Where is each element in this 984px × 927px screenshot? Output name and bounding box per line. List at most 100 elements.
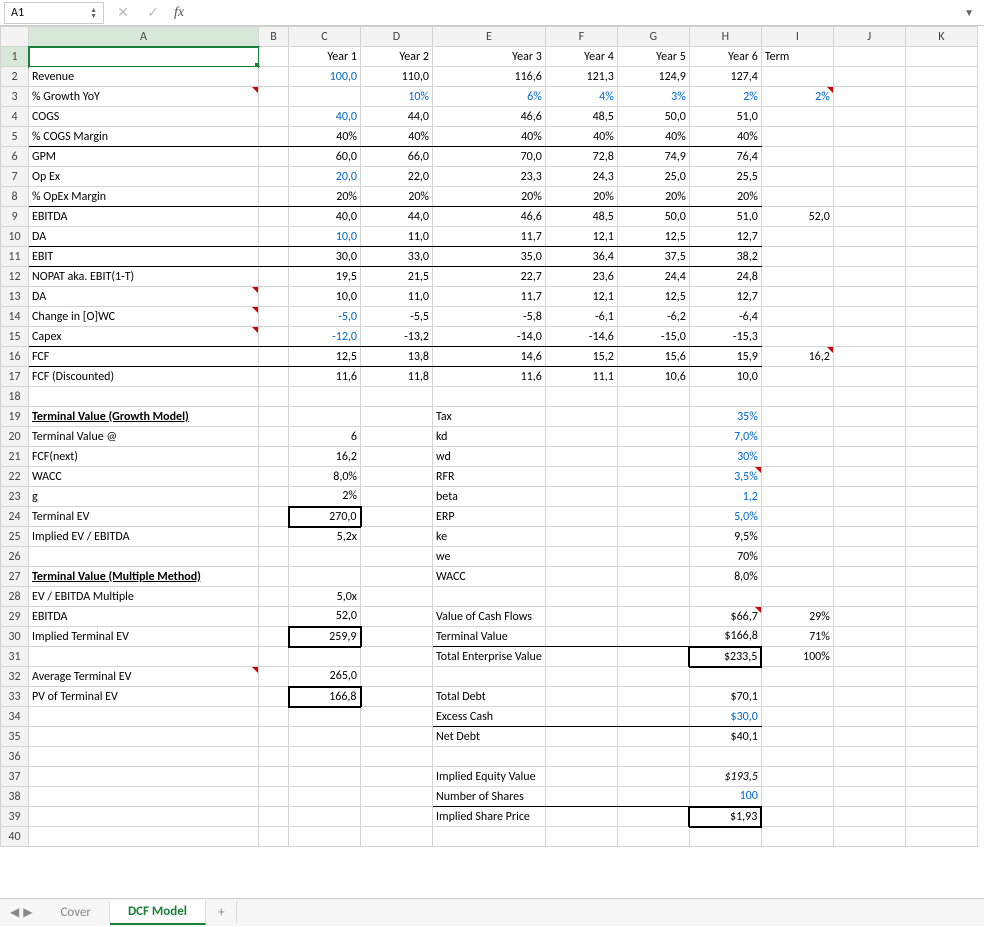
cell-I14[interactable] bbox=[761, 307, 833, 327]
cell-F23[interactable] bbox=[545, 487, 617, 507]
cell-B30[interactable] bbox=[259, 627, 289, 647]
cell-A40[interactable] bbox=[29, 827, 259, 847]
cell-E20[interactable]: kd bbox=[433, 427, 546, 447]
row-header-35[interactable]: 35 bbox=[1, 727, 29, 747]
cell-A26[interactable] bbox=[29, 547, 259, 567]
cell-J5[interactable] bbox=[833, 127, 905, 147]
cell-D9[interactable]: 44,0 bbox=[361, 207, 433, 227]
cell-C24[interactable]: 270,0 bbox=[289, 507, 361, 527]
cell-B21[interactable] bbox=[259, 447, 289, 467]
cell-H37[interactable]: $193,5 bbox=[689, 767, 761, 787]
cell-B24[interactable] bbox=[259, 507, 289, 527]
cell-H5[interactable]: 40% bbox=[689, 127, 761, 147]
cell-G6[interactable]: 74,9 bbox=[617, 147, 689, 167]
cell-A12[interactable]: NOPAT aka. EBIT(1-T) bbox=[29, 267, 259, 287]
cell-C37[interactable] bbox=[289, 767, 361, 787]
cell-K15[interactable] bbox=[905, 327, 977, 347]
col-header-G[interactable]: G bbox=[617, 27, 689, 47]
cell-D7[interactable]: 22,0 bbox=[361, 167, 433, 187]
cell-K38[interactable] bbox=[905, 787, 977, 807]
cell-G16[interactable]: 15,6 bbox=[617, 347, 689, 367]
cell-H3[interactable]: 2% bbox=[689, 87, 761, 107]
cell-I9[interactable]: 52,0 bbox=[761, 207, 833, 227]
cell-D38[interactable] bbox=[361, 787, 433, 807]
cell-E26[interactable]: we bbox=[433, 547, 546, 567]
col-header-F[interactable]: F bbox=[545, 27, 617, 47]
cell-K31[interactable] bbox=[905, 647, 977, 667]
row-header-23[interactable]: 23 bbox=[1, 487, 29, 507]
row-header-38[interactable]: 38 bbox=[1, 787, 29, 807]
cell-D11[interactable]: 33,0 bbox=[361, 247, 433, 267]
cell-J9[interactable] bbox=[833, 207, 905, 227]
cell-A19[interactable]: Terminal Value (Growth Model) bbox=[29, 407, 259, 427]
cell-F15[interactable]: -14,6 bbox=[545, 327, 617, 347]
cell-F1[interactable]: Year 4 bbox=[545, 47, 617, 67]
cell-E25[interactable]: ke bbox=[433, 527, 546, 547]
cell-B22[interactable] bbox=[259, 467, 289, 487]
cell-E36[interactable] bbox=[433, 747, 546, 767]
cell-I38[interactable] bbox=[761, 787, 833, 807]
cell-H16[interactable]: 15,9 bbox=[689, 347, 761, 367]
cell-G37[interactable] bbox=[617, 767, 689, 787]
cell-H15[interactable]: -15,3 bbox=[689, 327, 761, 347]
cell-J1[interactable] bbox=[833, 47, 905, 67]
cell-K11[interactable] bbox=[905, 247, 977, 267]
cell-K18[interactable] bbox=[905, 387, 977, 407]
cell-I29[interactable]: 29% bbox=[761, 607, 833, 627]
cell-I1[interactable]: Term bbox=[761, 47, 833, 67]
cell-J27[interactable] bbox=[833, 567, 905, 587]
row-header-36[interactable]: 36 bbox=[1, 747, 29, 767]
cell-A31[interactable] bbox=[29, 647, 259, 667]
cell-F13[interactable]: 12,1 bbox=[545, 287, 617, 307]
col-header-I[interactable]: I bbox=[761, 27, 833, 47]
cell-C26[interactable] bbox=[289, 547, 361, 567]
cell-H25[interactable]: 9,5% bbox=[689, 527, 761, 547]
cell-I2[interactable] bbox=[761, 67, 833, 87]
cell-B11[interactable] bbox=[259, 247, 289, 267]
cell-B35[interactable] bbox=[259, 727, 289, 747]
row-header-31[interactable]: 31 bbox=[1, 647, 29, 667]
cell-I16[interactable]: 16,2 bbox=[761, 347, 833, 367]
cell-G26[interactable] bbox=[617, 547, 689, 567]
cell-J33[interactable] bbox=[833, 687, 905, 707]
row-header-39[interactable]: 39 bbox=[1, 807, 29, 827]
cell-D10[interactable]: 11,0 bbox=[361, 227, 433, 247]
cell-D28[interactable] bbox=[361, 587, 433, 607]
cell-H39[interactable]: $1,93 bbox=[689, 807, 761, 827]
cell-H6[interactable]: 76,4 bbox=[689, 147, 761, 167]
row-header-8[interactable]: 8 bbox=[1, 187, 29, 207]
cell-G12[interactable]: 24,4 bbox=[617, 267, 689, 287]
cell-F6[interactable]: 72,8 bbox=[545, 147, 617, 167]
cell-J38[interactable] bbox=[833, 787, 905, 807]
cell-I12[interactable] bbox=[761, 267, 833, 287]
cell-A18[interactable] bbox=[29, 387, 259, 407]
cell-C32[interactable]: 265,0 bbox=[289, 667, 361, 687]
cell-G11[interactable]: 37,5 bbox=[617, 247, 689, 267]
cell-I23[interactable] bbox=[761, 487, 833, 507]
cell-K27[interactable] bbox=[905, 567, 977, 587]
cell-G7[interactable]: 25,0 bbox=[617, 167, 689, 187]
cell-D2[interactable]: 110,0 bbox=[361, 67, 433, 87]
cell-A30[interactable]: Implied Terminal EV bbox=[29, 627, 259, 647]
cell-K4[interactable] bbox=[905, 107, 977, 127]
cell-I6[interactable] bbox=[761, 147, 833, 167]
cell-J37[interactable] bbox=[833, 767, 905, 787]
cell-A3[interactable]: % Growth YoY bbox=[29, 87, 259, 107]
cell-F40[interactable] bbox=[545, 827, 617, 847]
cell-H7[interactable]: 25,5 bbox=[689, 167, 761, 187]
row-header-37[interactable]: 37 bbox=[1, 767, 29, 787]
cell-F38[interactable] bbox=[545, 787, 617, 807]
cell-I32[interactable] bbox=[761, 667, 833, 687]
row-header-40[interactable]: 40 bbox=[1, 827, 29, 847]
cell-E32[interactable] bbox=[433, 667, 546, 687]
cell-B39[interactable] bbox=[259, 807, 289, 827]
cell-B36[interactable] bbox=[259, 747, 289, 767]
cell-B5[interactable] bbox=[259, 127, 289, 147]
cell-H10[interactable]: 12,7 bbox=[689, 227, 761, 247]
row-header-9[interactable]: 9 bbox=[1, 207, 29, 227]
cell-G5[interactable]: 40% bbox=[617, 127, 689, 147]
cell-K33[interactable] bbox=[905, 687, 977, 707]
cell-I7[interactable] bbox=[761, 167, 833, 187]
cell-K35[interactable] bbox=[905, 727, 977, 747]
cell-D15[interactable]: -13,2 bbox=[361, 327, 433, 347]
